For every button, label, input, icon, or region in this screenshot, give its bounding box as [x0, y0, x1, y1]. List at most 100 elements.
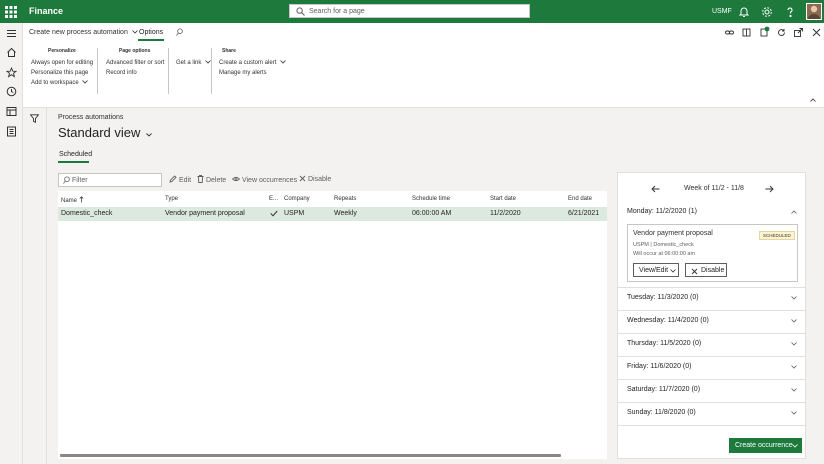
column-header-schedule-time[interactable]: Schedule time — [412, 196, 450, 202]
modules-icon[interactable] — [6, 126, 17, 137]
column-header-start-date[interactable]: Start date — [490, 196, 516, 202]
add-to-workspace-label: Add to workspace — [31, 80, 79, 86]
divider — [168, 48, 169, 94]
action-search-icon[interactable] — [176, 28, 184, 36]
create-custom-alert-label: Create a custom alert — [219, 60, 277, 66]
day-thursday[interactable]: Thursday: 11/5/2020 (0) — [627, 340, 701, 347]
always-open-for-editing-button[interactable]: Always open for editing — [31, 60, 93, 66]
edit-label: Edit — [178, 177, 192, 184]
chevron-down-icon[interactable] — [791, 296, 797, 300]
divider — [46, 108, 47, 464]
status-badge: SCHEDULED — [759, 231, 795, 240]
column-header-name[interactable]: Name — [61, 196, 84, 204]
chevron-down-icon — [280, 60, 286, 64]
manage-my-alerts-button[interactable]: Manage my alerts — [219, 70, 267, 76]
personalize-page-button[interactable]: Personalize this page — [31, 70, 88, 76]
left-navigation — [0, 23, 23, 464]
grid-filter-input[interactable]: Filter — [58, 173, 162, 187]
day-monday[interactable]: Monday: 11/2/2020 (1) — [627, 208, 697, 215]
chevron-down-icon[interactable] — [791, 411, 797, 415]
avatar[interactable] — [806, 3, 822, 20]
chevron-down-icon[interactable] — [791, 388, 797, 392]
home-icon[interactable] — [6, 47, 17, 58]
cell-name[interactable]: Domestic_check — [61, 210, 112, 217]
column-header-enabled[interactable]: E... — [269, 196, 278, 202]
view-edit-button[interactable]: View/Edit — [633, 263, 679, 277]
chevron-down-icon — [670, 269, 676, 273]
hamburger-icon[interactable] — [6, 28, 17, 39]
day-tuesday[interactable]: Tuesday: 11/3/2020 (0) — [627, 294, 699, 301]
create-occurrence-button[interactable]: Create occurrence — [729, 438, 802, 453]
star-icon[interactable] — [6, 67, 17, 78]
app-name[interactable]: Finance — [29, 6, 63, 16]
tab-options[interactable]: Options — [139, 29, 163, 36]
chevron-down-icon[interactable] — [791, 365, 797, 369]
column-header-company[interactable]: Company — [284, 196, 310, 202]
delete-label: Delete — [205, 177, 227, 184]
tab-scheduled-underline — [58, 161, 89, 163]
collapse-pane-icon[interactable] — [810, 98, 816, 102]
automations-grid: Name Type E... Company Repeats Schedule … — [58, 191, 607, 459]
arrow-left-icon[interactable] — [651, 185, 660, 193]
cell-end-date: 6/21/2021 — [568, 210, 600, 217]
clock-icon[interactable] — [6, 86, 17, 97]
advanced-filter-button[interactable]: Advanced filter or sort — [106, 60, 164, 66]
day-wednesday[interactable]: Wednesday: 11/4/2020 (0) — [627, 317, 709, 324]
help-icon[interactable] — [784, 6, 796, 18]
edit-button[interactable]: Edit — [169, 175, 191, 184]
column-name-label: Name — [61, 198, 78, 204]
occurrence-title: Vendor payment proposal — [633, 230, 713, 237]
delete-button[interactable]: Delete — [197, 175, 226, 184]
column-header-type[interactable]: Type — [165, 196, 178, 202]
filter-pane-icon[interactable] — [30, 114, 39, 123]
view-selector[interactable]: Standard view — [58, 125, 152, 140]
occurrence-card[interactable]: Vendor payment proposal SCHEDULED USPM |… — [627, 224, 798, 282]
divider — [618, 425, 805, 426]
workspaces-icon[interactable] — [6, 106, 17, 117]
chevron-down-icon[interactable] — [791, 342, 797, 346]
gear-icon[interactable] — [761, 6, 773, 18]
office-icon[interactable] — [742, 28, 751, 37]
occurrence-time: Will occur at 06:00:00 am — [633, 251, 696, 257]
close-icon[interactable] — [812, 28, 821, 37]
column-header-end-date[interactable]: End date — [568, 196, 592, 202]
open-new-window-icon[interactable] — [794, 28, 803, 37]
search-icon — [63, 176, 71, 184]
day-sunday[interactable]: Sunday: 11/8/2020 (0) — [627, 409, 696, 416]
action-bar: Create new process automation Options — [23, 23, 824, 42]
pencil-icon — [169, 175, 177, 183]
chevron-down-icon — [792, 444, 798, 448]
chevron-down-icon[interactable] — [791, 319, 797, 323]
close-icon — [691, 268, 698, 275]
add-to-workspace-button[interactable]: Add to workspace — [31, 80, 89, 86]
link-icon[interactable] — [725, 28, 734, 37]
process-menu-label: Create new process automation — [29, 29, 128, 36]
attachments-icon[interactable] — [760, 26, 770, 37]
day-friday[interactable]: Friday: 11/6/2020 (0) — [627, 363, 691, 370]
group-page-options-header: Page options — [119, 48, 151, 54]
chevron-up-icon[interactable] — [791, 210, 797, 214]
tab-scheduled[interactable]: Scheduled — [59, 151, 92, 158]
disable-button[interactable]: Disable — [299, 175, 331, 183]
create-custom-alert-button[interactable]: Create a custom alert — [219, 60, 286, 66]
disable-label: Disable — [307, 176, 332, 183]
day-saturday[interactable]: Saturday: 11/7/2020 (0) — [627, 386, 700, 393]
record-info-button[interactable]: Record info — [106, 70, 137, 76]
horizontal-scrollbar[interactable] — [60, 454, 561, 457]
refresh-icon[interactable] — [777, 28, 786, 37]
table-row[interactable]: Domestic_check Vendor payment proposal U… — [58, 207, 607, 221]
occurrence-disable-button[interactable]: Disable — [685, 263, 727, 277]
process-automation-menu[interactable]: Create new process automation — [29, 29, 138, 36]
company-picker[interactable]: USMF — [712, 8, 732, 15]
app-launcher-icon[interactable] — [5, 6, 17, 18]
column-header-repeats[interactable]: Repeats — [334, 196, 356, 202]
global-search-input[interactable]: Search for a page — [289, 4, 530, 18]
group-share-header: Share — [222, 48, 236, 54]
get-a-link-button[interactable]: Get a link — [176, 60, 211, 66]
divider — [211, 48, 212, 94]
group-personalize-header: Personalize — [48, 48, 76, 54]
bell-icon[interactable] — [738, 6, 750, 18]
arrow-right-icon[interactable] — [765, 185, 774, 193]
get-a-link-label: Get a link — [176, 60, 202, 66]
view-occurrences-button[interactable]: View occurrences — [232, 175, 297, 184]
